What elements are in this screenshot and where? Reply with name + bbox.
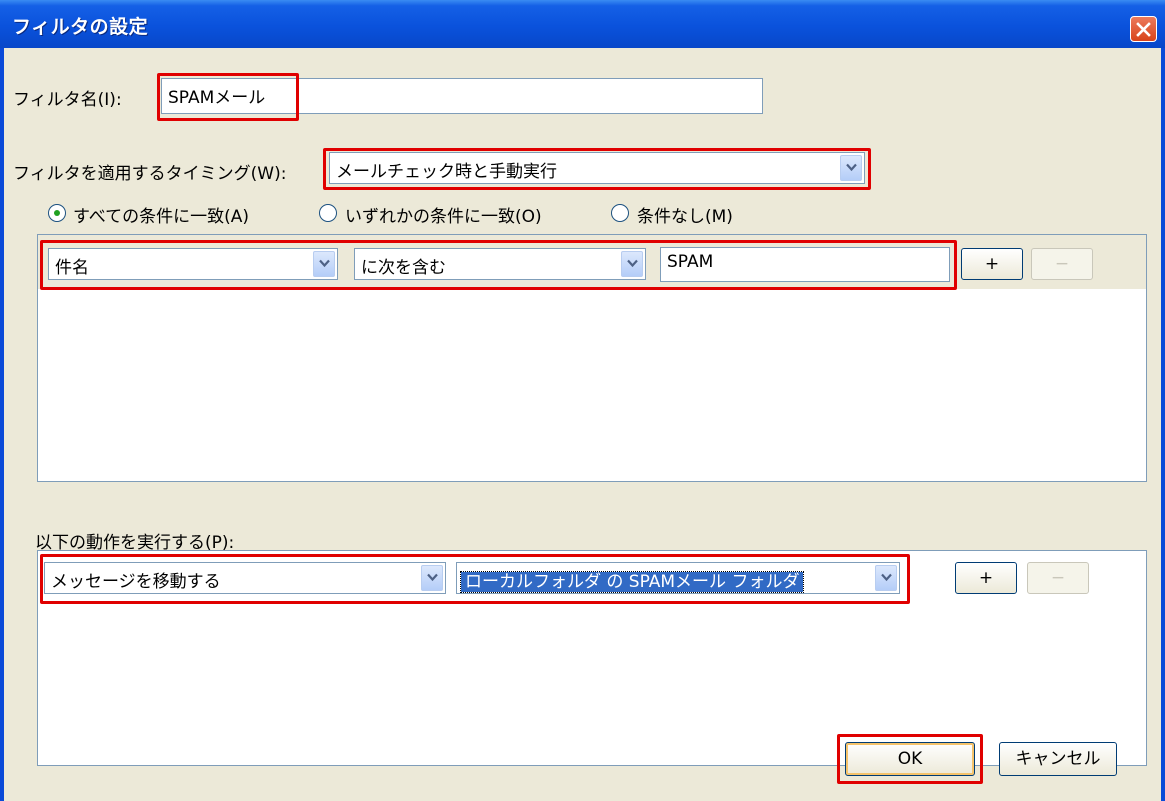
cancel-button[interactable]: キャンセル [999,742,1117,776]
radio-match-any-label[interactable]: いずれかの条件に一致(O) [345,202,542,227]
radio-match-all-label[interactable]: すべての条件に一致(A) [73,202,249,227]
radio-no-condition[interactable] [611,204,629,222]
window-title: フィルタの設定 [12,16,149,38]
radio-no-condition-label[interactable]: 条件なし(M) [637,202,733,227]
add-action-button[interactable]: + [955,562,1017,594]
timing-label: フィルタを適用するタイミング(W): [13,164,287,184]
close-button[interactable] [1130,16,1157,42]
dialog-body: フィルタ名(I): SPAMメール フィルタを適用するタイミング(W): メール… [4,48,1161,801]
condition-highlight [40,240,957,290]
action-highlight [40,554,910,604]
radio-match-all[interactable] [48,204,66,222]
ok-highlight [837,734,983,784]
close-icon [1136,22,1151,37]
remove-action-button[interactable]: − [1027,562,1089,594]
timing-highlight [323,148,871,190]
radio-match-any[interactable] [319,204,337,222]
remove-condition-button[interactable]: − [1031,248,1093,280]
filter-name-label: フィルタ名(I): [13,90,122,110]
title-bar[interactable]: フィルタの設定 [0,0,1165,48]
add-condition-button[interactable]: + [961,248,1023,280]
filter-name-highlight [157,73,299,121]
filter-settings-dialog: フィルタの設定 フィルタ名(I): SPAMメール フィルタを適用するタイミング… [0,0,1165,801]
